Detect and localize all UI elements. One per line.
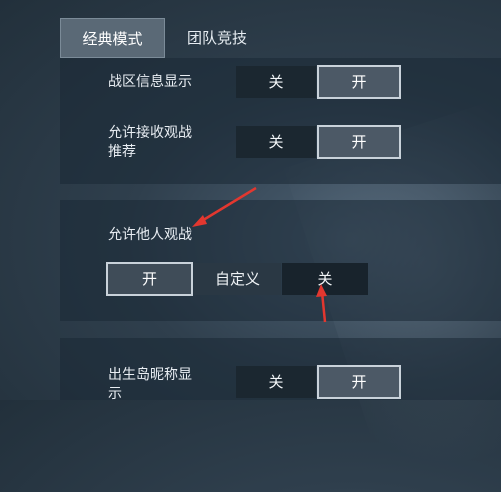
battle-info-label: 战区信息显示 — [108, 74, 192, 90]
allow-spectate-label: 允许他人观战 — [108, 227, 192, 243]
spectate-recommend-label: 允许接收观战 推荐 — [108, 124, 192, 162]
allow-spectate-on-button[interactable]: 开 — [106, 262, 193, 296]
settings-group-allow-spectate: 允许他人观战 开 自定义 关 — [60, 200, 501, 321]
birth-island-name-label-line2: 示 — [108, 386, 122, 402]
settings-group-spectate-info: 战区信息显示 关 开 允许接收观战 推荐 关 开 — [60, 58, 501, 184]
tab-team-deathmatch[interactable]: 团队竞技 — [165, 18, 269, 58]
birth-island-name-off-button[interactable]: 关 — [236, 366, 316, 398]
battle-info-on-button[interactable]: 开 — [317, 65, 401, 99]
spectate-recommend-label-line1: 允许接收观战 — [108, 125, 192, 141]
tab-classic-mode[interactable]: 经典模式 — [60, 18, 165, 58]
spectate-recommend-off-button[interactable]: 关 — [236, 126, 316, 158]
settings-group-birth-island: 出生岛昵称显 示 关 开 — [60, 338, 501, 402]
birth-island-name-on-button[interactable]: 开 — [317, 365, 401, 399]
spectate-recommend-label-line2: 推荐 — [108, 144, 136, 160]
birth-island-name-label: 出生岛昵称显 示 — [108, 366, 192, 404]
battle-info-off-button[interactable]: 关 — [236, 66, 316, 98]
spectate-recommend-on-button[interactable]: 开 — [317, 125, 401, 159]
mode-tabs: 经典模式 团队竞技 — [60, 18, 269, 58]
allow-spectate-custom-button[interactable]: 自定义 — [194, 263, 281, 295]
allow-spectate-off-button[interactable]: 关 — [282, 263, 368, 295]
birth-island-name-label-line1: 出生岛昵称显 — [108, 367, 192, 383]
